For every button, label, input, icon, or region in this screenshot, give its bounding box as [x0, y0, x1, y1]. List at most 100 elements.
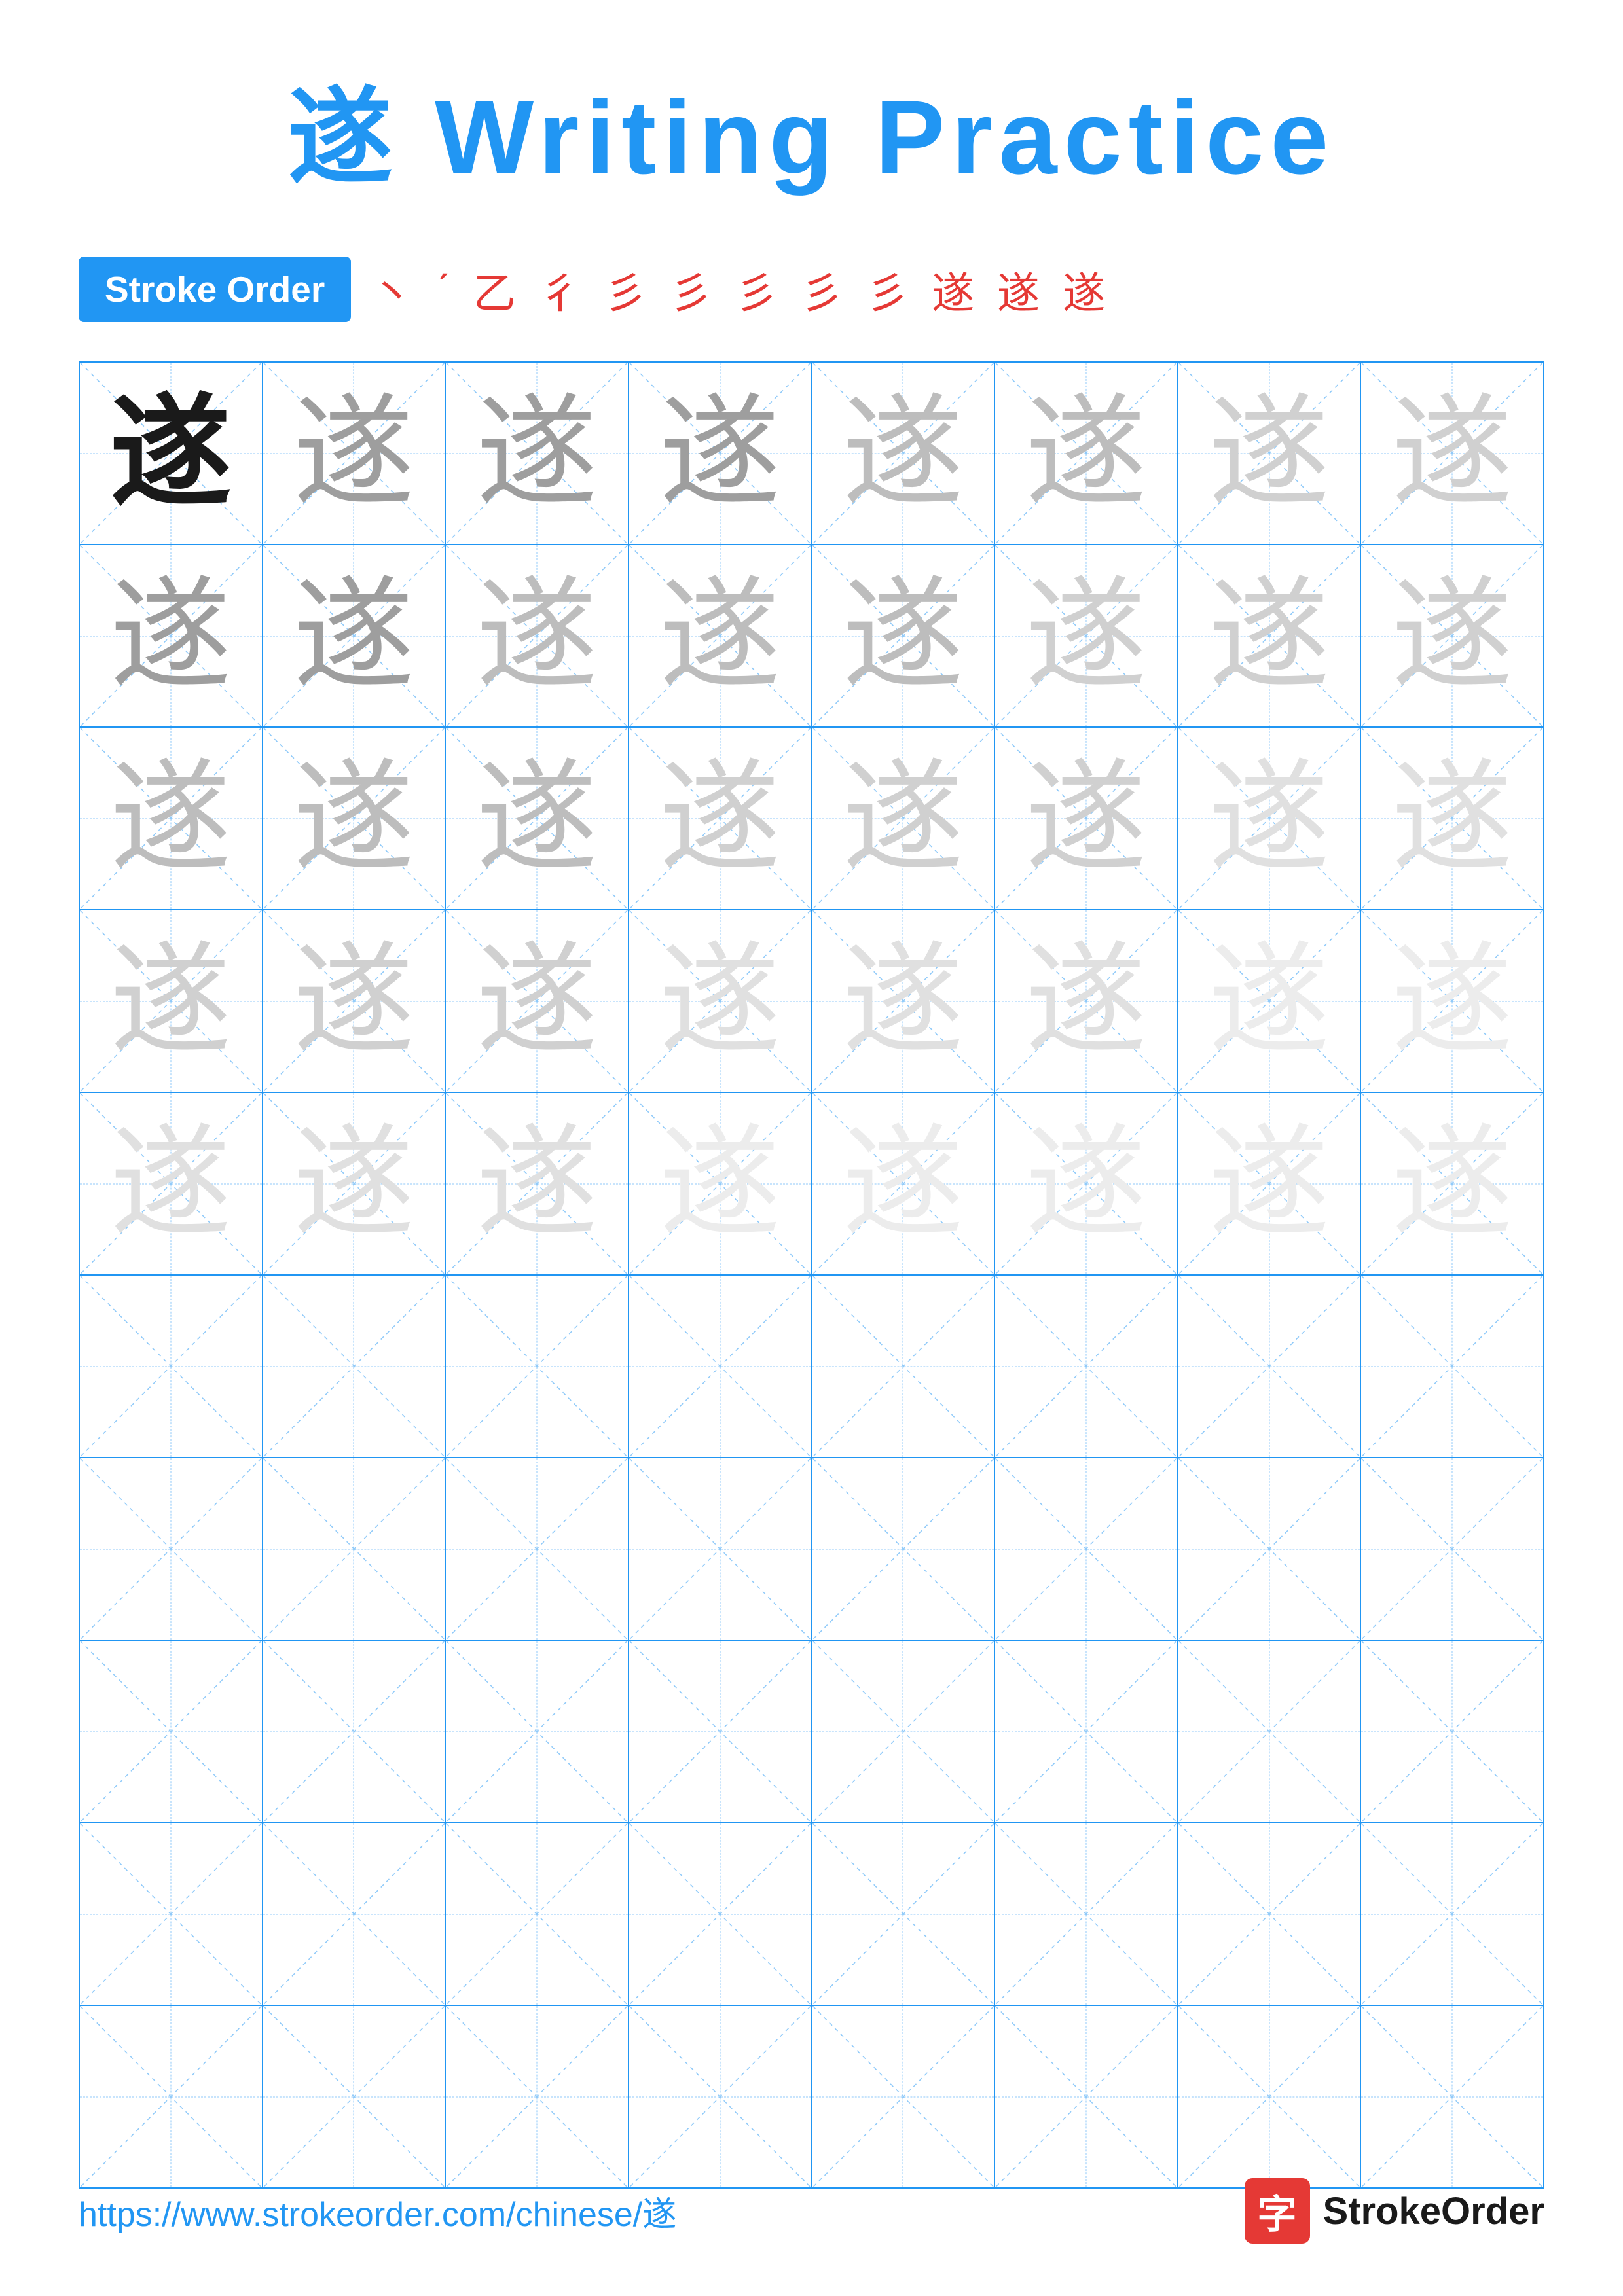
grid-cell-8-0[interactable]	[80, 1823, 263, 2005]
grid-row-7	[80, 1641, 1543, 1823]
grid-cell-0-1[interactable]: 遂	[263, 363, 447, 544]
grid-cell-4-0[interactable]: 遂	[80, 1093, 263, 1274]
grid-cell-1-6[interactable]: 遂	[1178, 545, 1362, 726]
character-display: 遂	[110, 575, 231, 696]
grid-cell-6-5[interactable]	[995, 1458, 1178, 1640]
grid-cell-7-4[interactable]	[812, 1641, 996, 1822]
grid-cell-2-3[interactable]: 遂	[629, 728, 812, 909]
grid-cell-2-4[interactable]: 遂	[812, 728, 996, 909]
grid-cell-6-3[interactable]	[629, 1458, 812, 1640]
grid-cell-5-7[interactable]	[1361, 1276, 1543, 1457]
grid-cell-1-3[interactable]: 遂	[629, 545, 812, 726]
grid-cell-6-6[interactable]	[1178, 1458, 1362, 1640]
grid-cell-0-4[interactable]: 遂	[812, 363, 996, 544]
stroke-1: 丶	[371, 259, 423, 320]
character-display: 遂	[293, 758, 414, 879]
character-display: 遂	[477, 575, 598, 696]
grid-cell-8-3[interactable]	[629, 1823, 812, 2005]
grid-cell-6-1[interactable]	[263, 1458, 447, 1640]
grid-cell-5-3[interactable]	[629, 1276, 812, 1457]
grid-cell-1-0[interactable]: 遂	[80, 545, 263, 726]
character-display: 遂	[659, 1123, 780, 1244]
character-display: 遂	[843, 393, 964, 514]
grid-cell-7-2[interactable]	[446, 1641, 629, 1822]
grid-cell-8-6[interactable]	[1178, 1823, 1362, 2005]
stroke-6: 彡	[670, 259, 722, 320]
grid-cell-9-6[interactable]	[1178, 2006, 1362, 2187]
grid-cell-1-7[interactable]: 遂	[1361, 545, 1543, 726]
grid-cell-8-4[interactable]	[812, 1823, 996, 2005]
grid-cell-0-7[interactable]: 遂	[1361, 363, 1543, 544]
grid-cell-7-7[interactable]	[1361, 1641, 1543, 1822]
grid-cell-3-7[interactable]: 遂	[1361, 910, 1543, 1092]
footer-url[interactable]: https://www.strokeorder.com/chinese/遂	[79, 2187, 676, 2236]
grid-row-3: 遂 遂 遂 遂 遂 遂 遂 遂	[80, 910, 1543, 1093]
grid-cell-3-2[interactable]: 遂	[446, 910, 629, 1092]
grid-cell-4-3[interactable]: 遂	[629, 1093, 812, 1274]
grid-cell-4-6[interactable]: 遂	[1178, 1093, 1362, 1274]
grid-cell-9-5[interactable]	[995, 2006, 1178, 2187]
grid-cell-4-4[interactable]: 遂	[812, 1093, 996, 1274]
grid-cell-0-6[interactable]: 遂	[1178, 363, 1362, 544]
grid-cell-1-1[interactable]: 遂	[263, 545, 447, 726]
grid-cell-8-7[interactable]	[1361, 1823, 1543, 2005]
grid-cell-7-1[interactable]	[263, 1641, 447, 1822]
grid-cell-3-3[interactable]: 遂	[629, 910, 812, 1092]
character-display: 遂	[659, 758, 780, 879]
grid-cell-9-1[interactable]	[263, 2006, 447, 2187]
grid-cell-5-2[interactable]	[446, 1276, 629, 1457]
grid-cell-4-1[interactable]: 遂	[263, 1093, 447, 1274]
grid-cell-7-6[interactable]	[1178, 1641, 1362, 1822]
grid-cell-7-0[interactable]	[80, 1641, 263, 1822]
grid-cell-9-4[interactable]	[812, 2006, 996, 2187]
grid-cell-2-2[interactable]: 遂	[446, 728, 629, 909]
grid-cell-4-2[interactable]: 遂	[446, 1093, 629, 1274]
character-display: 遂	[1392, 941, 1513, 1062]
character-display: 遂	[1392, 758, 1513, 879]
grid-cell-9-2[interactable]	[446, 2006, 629, 2187]
grid-cell-6-7[interactable]	[1361, 1458, 1543, 1640]
grid-cell-0-0[interactable]: 遂	[80, 363, 263, 544]
grid-cell-1-5[interactable]: 遂	[995, 545, 1178, 726]
grid-cell-7-5[interactable]	[995, 1641, 1178, 1822]
grid-cell-9-0[interactable]	[80, 2006, 263, 2187]
grid-cell-3-1[interactable]: 遂	[263, 910, 447, 1092]
character-display: 遂	[293, 393, 414, 514]
grid-cell-3-4[interactable]: 遂	[812, 910, 996, 1092]
character-display: 遂	[1025, 393, 1146, 514]
character-display: 遂	[843, 941, 964, 1062]
grid-cell-0-3[interactable]: 遂	[629, 363, 812, 544]
grid-cell-8-1[interactable]	[263, 1823, 447, 2005]
grid-cell-2-1[interactable]: 遂	[263, 728, 447, 909]
grid-cell-6-0[interactable]	[80, 1458, 263, 1640]
grid-cell-7-3[interactable]	[629, 1641, 812, 1822]
character-display: 遂	[1392, 1123, 1513, 1244]
grid-cell-2-6[interactable]: 遂	[1178, 728, 1362, 909]
grid-cell-1-4[interactable]: 遂	[812, 545, 996, 726]
grid-cell-3-0[interactable]: 遂	[80, 910, 263, 1092]
grid-cell-9-3[interactable]	[629, 2006, 812, 2187]
grid-cell-2-5[interactable]: 遂	[995, 728, 1178, 909]
grid-cell-8-2[interactable]	[446, 1823, 629, 2005]
grid-cell-5-4[interactable]	[812, 1276, 996, 1457]
grid-cell-4-7[interactable]: 遂	[1361, 1093, 1543, 1274]
grid-cell-5-0[interactable]	[80, 1276, 263, 1457]
grid-cell-5-6[interactable]	[1178, 1276, 1362, 1457]
grid-cell-5-5[interactable]	[995, 1276, 1178, 1457]
grid-cell-6-2[interactable]	[446, 1458, 629, 1640]
grid-cell-3-5[interactable]: 遂	[995, 910, 1178, 1092]
grid-cell-0-5[interactable]: 遂	[995, 363, 1178, 544]
grid-cell-0-2[interactable]: 遂	[446, 363, 629, 544]
stroke-sequence: 丶 ˊ 乙 彳 彡 彡 彡 彡 彡 遂 遂 遂	[371, 259, 1115, 320]
stroke-11: 遂	[997, 259, 1049, 320]
grid-cell-8-5[interactable]	[995, 1823, 1178, 2005]
character-display: 遂	[477, 393, 598, 514]
grid-cell-4-5[interactable]: 遂	[995, 1093, 1178, 1274]
grid-cell-9-7[interactable]	[1361, 2006, 1543, 2187]
grid-cell-1-2[interactable]: 遂	[446, 545, 629, 726]
grid-cell-2-7[interactable]: 遂	[1361, 728, 1543, 909]
grid-cell-5-1[interactable]	[263, 1276, 447, 1457]
grid-cell-2-0[interactable]: 遂	[80, 728, 263, 909]
grid-cell-3-6[interactable]: 遂	[1178, 910, 1362, 1092]
grid-cell-6-4[interactable]	[812, 1458, 996, 1640]
